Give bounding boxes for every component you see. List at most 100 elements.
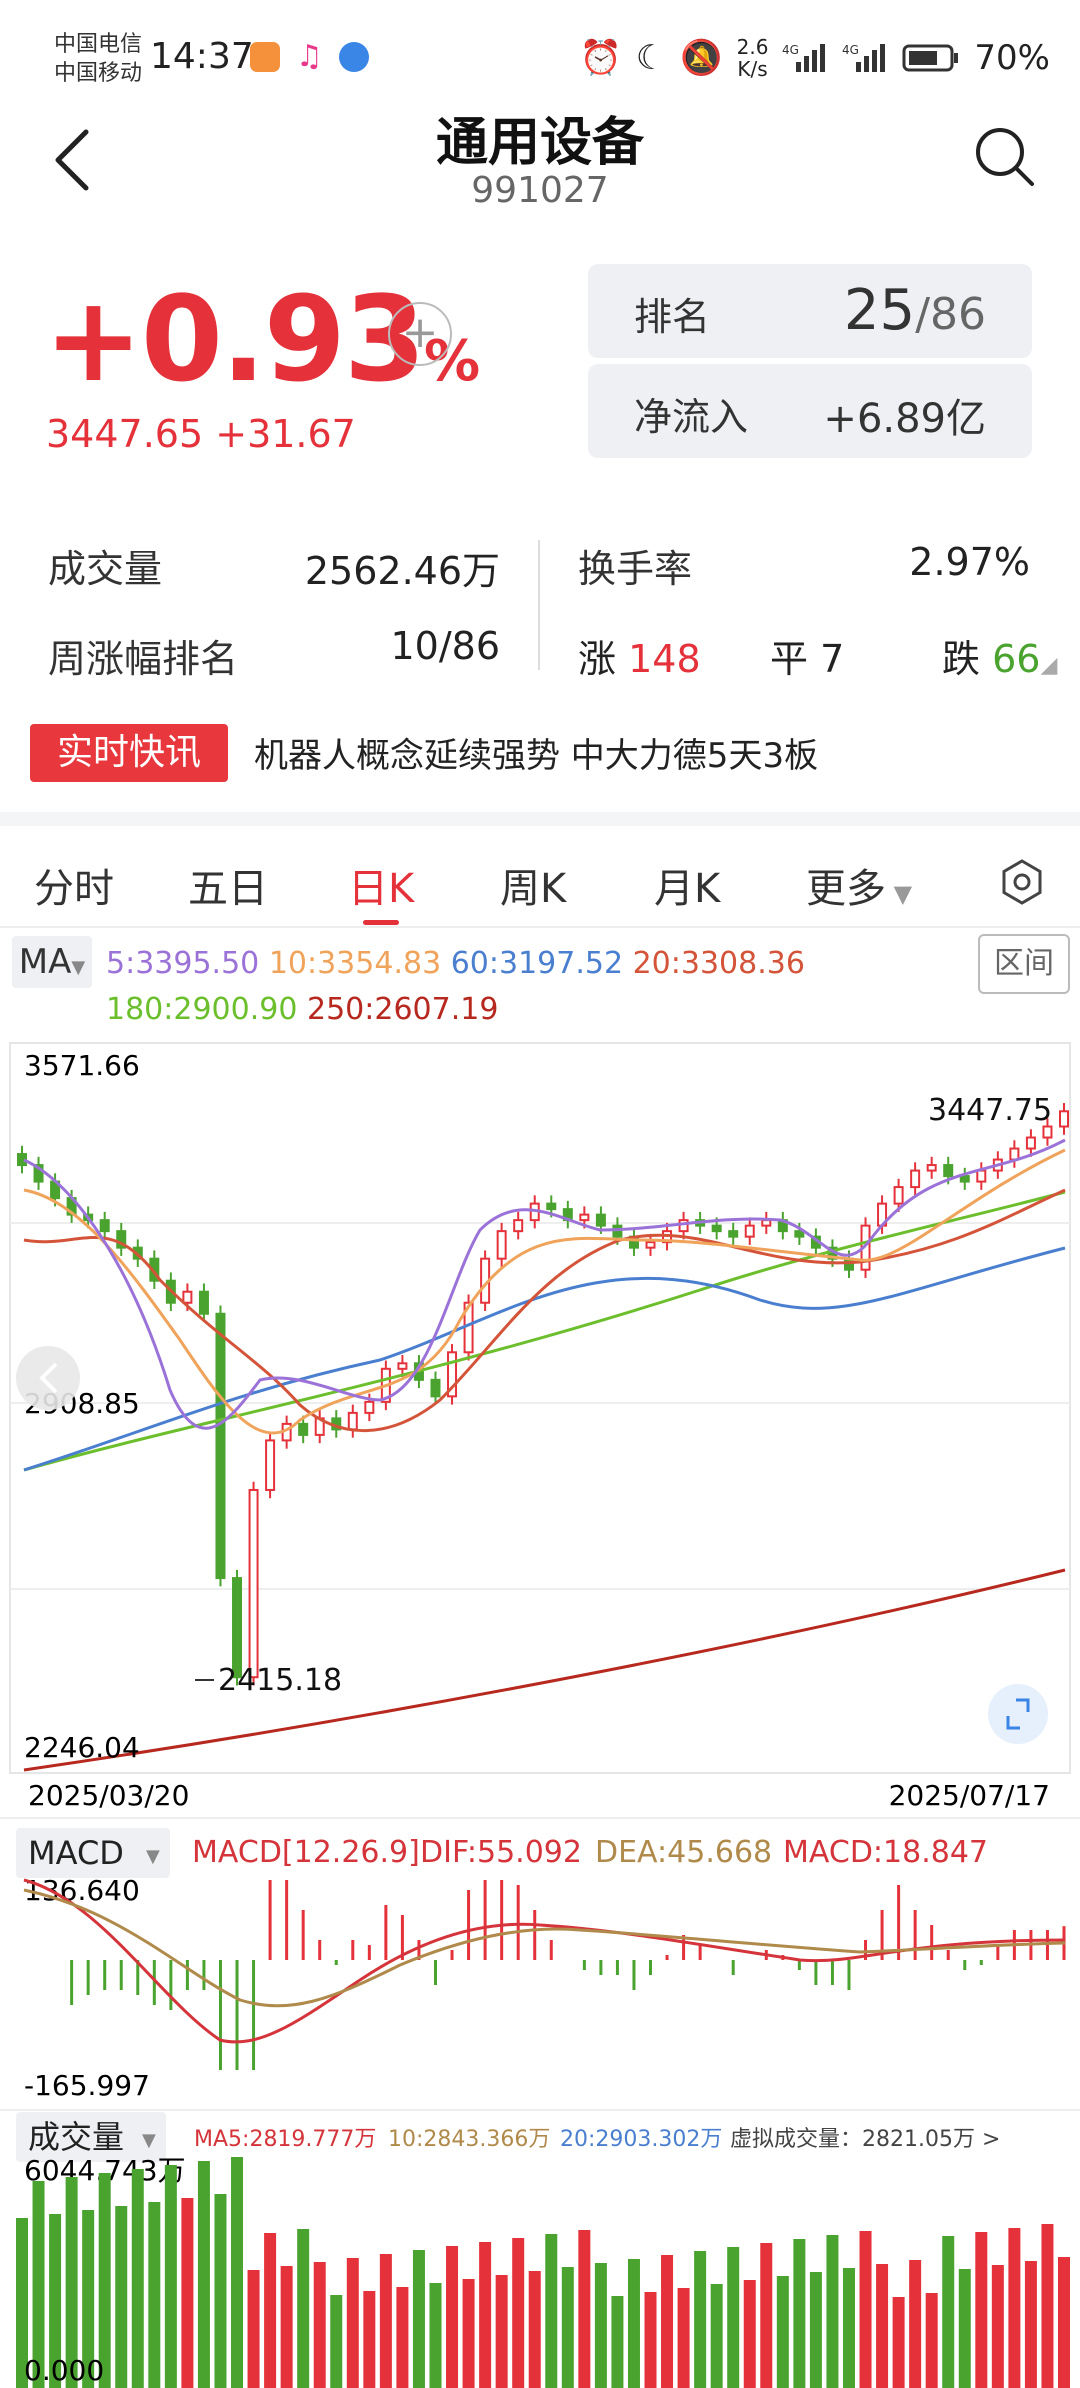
candle-body xyxy=(976,1169,987,1183)
volume-bar xyxy=(297,2229,310,2388)
tab-more[interactable]: 更多 ▼ xyxy=(806,856,912,914)
volume-bar xyxy=(363,2291,376,2388)
low-marker: 2415.18 xyxy=(218,1663,342,1698)
volume-bar xyxy=(1024,2261,1037,2388)
rank-number: 25 xyxy=(843,278,916,343)
search-icon[interactable] xyxy=(972,124,1036,188)
inflow-card[interactable]: 净流入 +6.89亿 xyxy=(588,364,1032,458)
volume-bar xyxy=(809,2272,822,2388)
net-speed-unit: K/s xyxy=(737,57,768,81)
ma-selector[interactable]: MA▼ xyxy=(12,936,92,988)
down-label: 跌 xyxy=(942,637,981,681)
volume-bar xyxy=(495,2275,508,2388)
candle-body xyxy=(678,1219,689,1233)
volume-bar xyxy=(578,2230,591,2388)
main-chart-frame xyxy=(9,1042,1071,1774)
flat-value: 7 xyxy=(820,637,845,681)
ma20-value: 20:3308.36 xyxy=(632,946,805,981)
range-button[interactable]: 区间 xyxy=(978,934,1070,994)
tab-monthly-k[interactable]: 月K xyxy=(654,856,720,914)
candle-body xyxy=(430,1378,441,1398)
volume-bar xyxy=(892,2297,905,2388)
volume-bar xyxy=(611,2296,624,2388)
vol-ma20: 20:2903.302万 xyxy=(560,2127,722,2152)
candle-body xyxy=(893,1186,904,1205)
week-rank-label: 周涨幅排名 xyxy=(48,637,239,681)
candle-body xyxy=(248,1488,259,1679)
volume-bar xyxy=(594,2263,607,2388)
vol-ma10: 10:2843.366万 xyxy=(388,2127,550,2152)
volume-bar xyxy=(1008,2228,1021,2388)
candle-body xyxy=(595,1213,606,1227)
tab-five-day[interactable]: 五日 xyxy=(188,856,268,914)
rank-card[interactable]: 排名 25/86 xyxy=(588,264,1032,358)
volume-bar xyxy=(561,2267,574,2388)
volume-bottom-label: 0.000 xyxy=(24,2354,104,2387)
dif-line xyxy=(23,1878,1066,2044)
volume-bar xyxy=(776,2276,789,2388)
volume-bar xyxy=(429,2283,442,2388)
rank-value: 25/86 xyxy=(844,278,986,343)
volume-bar xyxy=(975,2232,988,2388)
volume-bar xyxy=(1058,2257,1070,2388)
inflow-label: 净流入 xyxy=(634,395,749,439)
volume-bar xyxy=(677,2288,690,2388)
volume-bar xyxy=(462,2279,475,2388)
volume-bar xyxy=(842,2268,855,2388)
period-tabs: 分时 五日 日K 周K 月K 更多 ▼ xyxy=(0,844,1080,928)
settings-icon[interactable] xyxy=(998,858,1046,906)
notification-icons: ♫ xyxy=(250,42,369,72)
week-rank-value: 10/86 xyxy=(390,624,500,668)
macd-top-label: 136.640 xyxy=(24,1874,140,1907)
volume-bar xyxy=(710,2284,723,2388)
status-right: ⏰ ☾ 🔕 2.6 K/s 4G 4G 70% xyxy=(579,36,1050,80)
volume-label: 成交量 xyxy=(48,547,163,591)
tab-intraday[interactable]: 分时 xyxy=(34,856,114,914)
ma-chevron-icon: ▼ xyxy=(71,957,86,978)
y-bottom-label: 2246.04 xyxy=(24,1731,140,1764)
chevron-down-icon: ▼ xyxy=(886,880,913,908)
rank-total: /86 xyxy=(915,289,986,340)
ma60-line xyxy=(23,1246,1066,1472)
battery-icon xyxy=(902,44,959,72)
tab-weekly-k[interactable]: 周K xyxy=(500,856,566,914)
ma-legend-row2: 180:2900.90 250:2607.19 xyxy=(106,992,498,1027)
volume-bar xyxy=(181,2198,194,2388)
volume-bar xyxy=(925,2293,938,2388)
tab-daily-k[interactable]: 日K xyxy=(348,856,414,914)
volume-bar xyxy=(247,2270,260,2388)
macd-dea: DEA:45.668 xyxy=(595,1835,772,1870)
volume-bar xyxy=(148,2202,161,2388)
volume-bar xyxy=(859,2231,872,2388)
volume-bar xyxy=(131,2169,144,2388)
macd-label: MACD xyxy=(28,1834,124,1872)
ma-legend-row1: 5:3395.50 10:3354.83 60:3197.52 20:3308.… xyxy=(106,946,805,981)
tabs-divider xyxy=(0,926,1080,928)
macd-dif: DIF:55.092 xyxy=(420,1835,582,1870)
volume-panel-label: 成交量 xyxy=(28,2118,124,2156)
candle-body xyxy=(99,1219,110,1233)
battery-level: 70% xyxy=(974,38,1050,78)
bell-off-icon: 🔕 xyxy=(680,38,723,78)
flash-news-text[interactable]: 机器人概念延续强势 中大力德5天3板 xyxy=(254,728,818,777)
up-count: 涨 148 xyxy=(578,628,701,683)
virtual-volume: 虚拟成交量：2821.05万 > xyxy=(730,2127,1000,2152)
down-count[interactable]: 跌 66◢ xyxy=(942,628,1057,683)
k-line-chart[interactable]: 3571.66 2908.85 2246.04 3447.75 2415.18 … xyxy=(0,1040,1080,2388)
candle-body xyxy=(397,1362,408,1370)
flash-news-tag: 实时快讯 xyxy=(30,724,228,782)
volume-bar xyxy=(876,2264,889,2388)
ma-selector-label: MA xyxy=(18,942,72,982)
candle-body xyxy=(215,1312,226,1580)
candle-body xyxy=(1059,1110,1069,1128)
volume-bar xyxy=(280,2266,293,2388)
volume-bar xyxy=(545,2234,558,2388)
carrier-labels: 中国电信 中国移动 xyxy=(54,30,142,88)
inflow-value: +6.89亿 xyxy=(823,396,986,442)
candle-body xyxy=(728,1230,739,1238)
candle-body xyxy=(1042,1125,1053,1139)
x-end-label: 2025/07/17 xyxy=(889,1779,1050,1812)
dea-line xyxy=(23,1888,1066,2008)
add-watchlist-button[interactable]: + xyxy=(388,302,452,366)
candle-body xyxy=(1025,1136,1036,1150)
